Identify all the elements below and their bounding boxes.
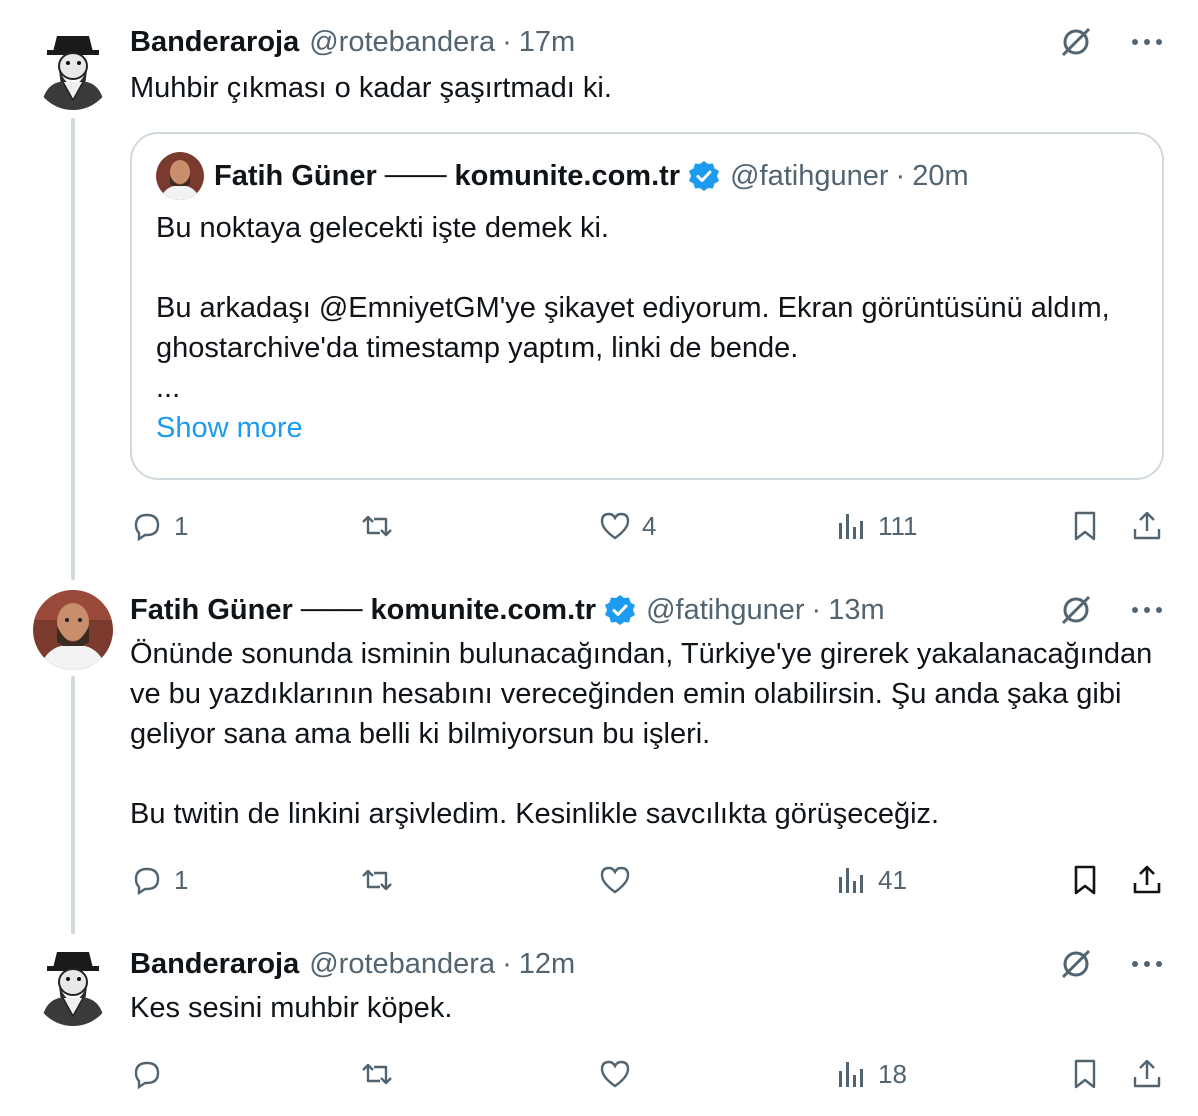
quoted-timestamp: 20m	[912, 159, 969, 192]
bookmark-button[interactable]	[1068, 860, 1102, 900]
retweet-button[interactable]	[360, 1054, 404, 1094]
share-button[interactable]	[1130, 1054, 1164, 1094]
more-options-icon[interactable]	[1130, 24, 1164, 60]
heart-icon	[600, 866, 630, 894]
bookmark-button[interactable]	[1068, 506, 1102, 546]
views-button[interactable]: 18	[834, 1054, 907, 1094]
timestamp[interactable]: 13m	[828, 594, 884, 627]
verified-badge-icon	[688, 160, 720, 192]
author-handle[interactable]: @rotebandera	[309, 948, 495, 981]
quoted-tweet-text: Bu noktaya gelecekti işte demek ki. Bu a…	[156, 212, 1110, 404]
more-options-icon[interactable]	[1130, 592, 1164, 628]
tweet-actions: 1 41	[130, 860, 1164, 900]
reply-count: 1	[174, 864, 189, 895]
reply-icon	[134, 513, 160, 542]
grok-icon[interactable]	[1058, 946, 1094, 982]
author-handle[interactable]: @rotebandera	[309, 26, 495, 59]
quoted-author-name: Fatih Güner ─── komunite.com.tr	[214, 159, 681, 192]
retweet-button[interactable]	[360, 506, 404, 546]
reply-button[interactable]: 1	[130, 860, 188, 900]
separator-dot: ·	[502, 25, 512, 58]
grok-icon[interactable]	[1058, 24, 1094, 60]
views-icon	[839, 1062, 863, 1087]
reply-icon	[134, 867, 160, 896]
view-count: 41	[878, 864, 907, 895]
timestamp[interactable]: 12m	[519, 948, 575, 981]
bookmark-button[interactable]	[1068, 1054, 1102, 1094]
share-button[interactable]	[1130, 506, 1164, 546]
views-button[interactable]: 41	[834, 860, 907, 900]
reply-button[interactable]: 1	[130, 506, 188, 546]
more-options-icon[interactable]	[1130, 946, 1164, 982]
grok-icon[interactable]	[1058, 592, 1094, 628]
view-count: 18	[878, 1058, 907, 1089]
separator-dot: ·	[502, 947, 512, 980]
retweet-icon	[362, 1063, 392, 1085]
share-button[interactable]	[1130, 860, 1164, 900]
tweet[interactable]: Fatih Güner ─── komunite.com.tr @fatihgu…	[0, 590, 1198, 900]
avatar[interactable]	[33, 30, 113, 110]
heart-icon	[600, 512, 630, 540]
reply-button[interactable]	[130, 1054, 174, 1094]
share-icon	[1133, 865, 1161, 894]
heart-icon	[600, 1060, 630, 1088]
like-button[interactable]	[598, 1054, 642, 1094]
like-button[interactable]	[598, 860, 642, 900]
author-name[interactable]: Fatih Güner ─── komunite.com.tr	[130, 594, 596, 627]
author-handle[interactable]: @fatihguner	[646, 594, 804, 627]
bookmark-icon	[1074, 1059, 1096, 1089]
tweet-text: Kes sesini muhbir köpek.	[130, 992, 453, 1024]
quoted-avatar	[156, 152, 204, 200]
tweet-actions: 18	[130, 1054, 1164, 1094]
avatar[interactable]	[33, 590, 113, 670]
separator-dot: ·	[895, 159, 906, 192]
quoted-author-handle: @fatihguner	[730, 159, 889, 192]
retweet-button[interactable]	[360, 860, 404, 900]
like-button[interactable]: 4	[598, 506, 656, 546]
bookmark-icon	[1074, 511, 1096, 541]
tweet-text: Önünde sonunda isminin bulunacağından, T…	[130, 638, 1153, 830]
reply-icon	[134, 1061, 160, 1090]
bookmark-icon	[1074, 865, 1096, 895]
tweet-actions: 1 4 111	[130, 506, 1164, 546]
share-icon	[1133, 511, 1161, 540]
author-name[interactable]: Banderaroja	[130, 948, 299, 981]
retweet-icon	[362, 515, 392, 537]
separator-dot: ·	[811, 593, 822, 626]
views-button[interactable]: 111	[834, 506, 918, 546]
share-icon	[1133, 1059, 1161, 1088]
like-count: 4	[642, 510, 657, 541]
views-icon	[839, 514, 863, 539]
avatar[interactable]	[33, 946, 113, 1026]
views-icon	[839, 868, 863, 893]
show-more-link[interactable]: Show more	[156, 408, 1138, 448]
reply-count: 1	[174, 510, 189, 541]
verified-badge-icon	[604, 594, 636, 626]
timestamp[interactable]: 17m	[519, 26, 575, 59]
quoted-tweet[interactable]: Fatih Güner ─── komunite.com.tr @fatihgu…	[130, 132, 1164, 480]
retweet-icon	[362, 869, 392, 891]
author-name[interactable]: Banderaroja	[130, 26, 299, 59]
tweet-text: Muhbir çıkması o kadar şaşırtmadı ki.	[130, 72, 612, 104]
view-count: 111	[878, 510, 918, 541]
